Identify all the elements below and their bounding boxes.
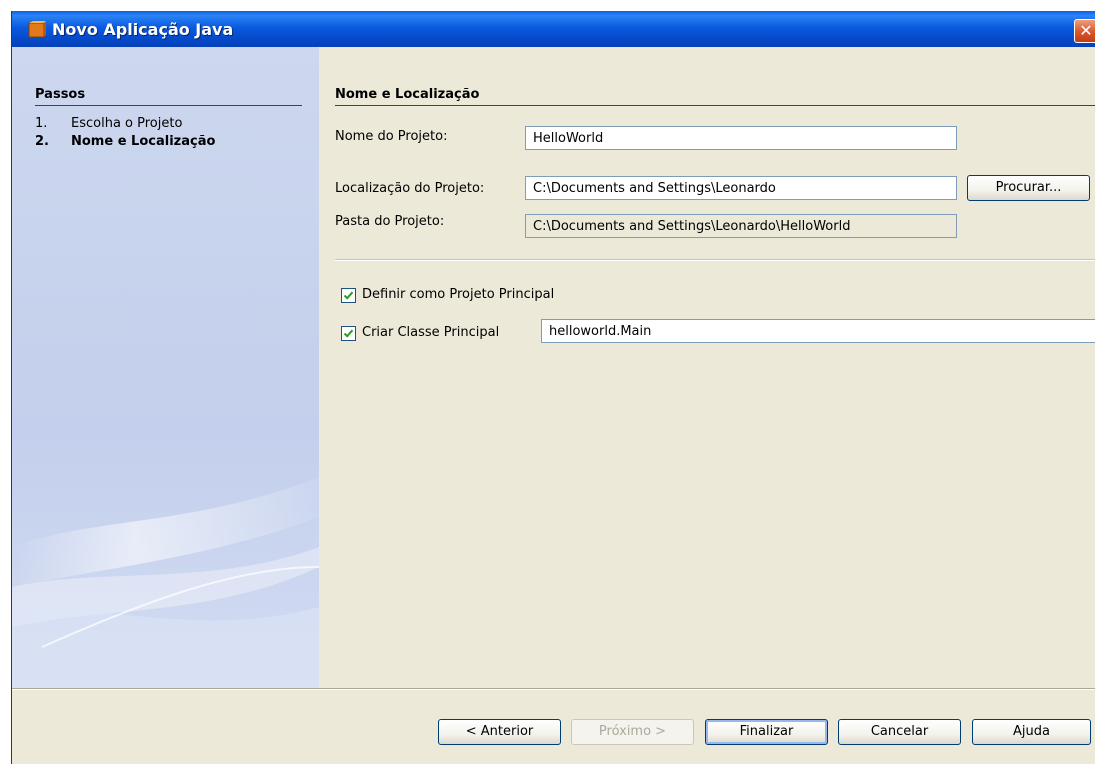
section-title: Nome e Localização [335, 87, 480, 102]
window-title: Novo Aplicação Java [52, 20, 234, 39]
close-button[interactable]: ✕ [1074, 19, 1095, 43]
step-number: 1. [35, 116, 48, 131]
set-main-project-label[interactable]: Definir como Projeto Principal [362, 287, 554, 302]
create-main-class-label[interactable]: Criar Classe Principal [362, 325, 499, 340]
project-location-input[interactable]: C:\Documents and Settings\Leonardo [525, 176, 957, 200]
help-button[interactable]: Ajuda [972, 719, 1091, 745]
step-label: Nome e Localização [71, 134, 216, 149]
browse-button[interactable]: Procurar... [967, 175, 1090, 201]
step-label: Escolha o Projeto [71, 116, 183, 131]
step-number: 2. [35, 134, 49, 149]
project-folder-label: Pasta do Projeto: [335, 214, 445, 229]
java-app-icon [28, 21, 46, 38]
steps-title: Passos [35, 87, 86, 102]
step-item: 1. Escolha o Projeto [35, 116, 182, 131]
project-name-input[interactable]: HelloWorld [525, 126, 957, 150]
steps-sidebar: Passos 1. Escolha o Projeto 2. Nome e Loca… [12, 47, 319, 688]
project-location-label: Localização do Projeto: [335, 181, 485, 196]
title-bar[interactable]: Novo Aplicação Java ✕ [12, 11, 1095, 47]
project-folder-field: C:\Documents and Settings\Leonardo\Hello… [525, 214, 957, 238]
cancel-button[interactable]: Cancelar [838, 719, 961, 745]
set-main-project-checkbox[interactable] [341, 288, 356, 303]
project-name-label: Nome do Projeto: [335, 129, 448, 144]
create-main-class-checkbox[interactable] [341, 326, 356, 341]
checkmark-icon [343, 291, 354, 300]
main-class-input[interactable]: helloworld.Main [541, 319, 1095, 343]
footer-divider [12, 688, 1095, 690]
next-button[interactable]: Próximo > [571, 719, 694, 745]
finish-button[interactable]: Finalizar [705, 719, 828, 745]
back-button[interactable]: < Anterior [438, 719, 561, 745]
dialog-window: Novo Aplicação Java ✕ Passos 1. Escolha o… [11, 11, 1095, 764]
main-panel: Nome e Localização Nome do Projeto: Hell… [319, 47, 1095, 688]
step-item-current: 2. Nome e Localização [35, 134, 215, 149]
close-icon: ✕ [1079, 21, 1093, 40]
section-divider [335, 105, 1095, 106]
separator [335, 259, 1095, 261]
checkmark-icon [343, 329, 354, 338]
steps-divider [35, 105, 302, 106]
